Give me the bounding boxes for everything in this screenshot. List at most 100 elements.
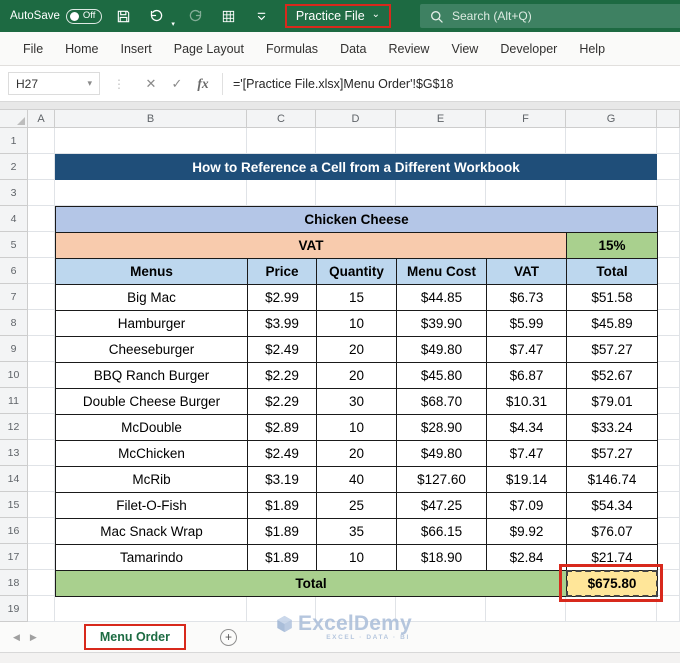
cell-total[interactable]: $51.58 — [567, 285, 658, 311]
undo-dropdown-icon[interactable]: ▾ — [171, 20, 175, 32]
menu-tab-formulas[interactable]: Formulas — [255, 34, 329, 64]
name-box[interactable]: H27 ▾ — [8, 72, 100, 95]
row-header-15[interactable]: 15 — [0, 492, 28, 518]
grid-cell[interactable] — [657, 154, 680, 180]
row-header-12[interactable]: 12 — [0, 414, 28, 440]
cell-price[interactable]: $1.89 — [248, 545, 317, 571]
cell-price[interactable]: $2.49 — [248, 337, 317, 363]
cell-menus[interactable]: Filet-O-Fish — [56, 493, 248, 519]
autosave-toggle[interactable]: Off — [65, 8, 103, 24]
cell-vat[interactable]: $10.31 — [487, 389, 567, 415]
search-box[interactable]: Search (Alt+Q) — [420, 4, 680, 28]
cell-vat[interactable]: $6.73 — [487, 285, 567, 311]
cell-total[interactable]: $76.07 — [567, 519, 658, 545]
cell-vat[interactable]: $5.99 — [487, 311, 567, 337]
grid-cell[interactable] — [657, 232, 680, 258]
table-header-vat[interactable]: VAT — [487, 259, 567, 285]
cell-menus[interactable]: Big Mac — [56, 285, 248, 311]
grid-cell[interactable] — [28, 362, 55, 388]
cell-price[interactable]: $2.49 — [248, 441, 317, 467]
grid-cell[interactable] — [657, 596, 680, 622]
cell-price[interactable]: $2.89 — [248, 415, 317, 441]
grid-cell[interactable] — [28, 596, 55, 622]
row-header-19[interactable]: 19 — [0, 596, 28, 622]
cell-menu-cost[interactable]: $49.80 — [397, 337, 487, 363]
cell-quantity[interactable]: 10 — [317, 415, 397, 441]
grid-cell[interactable] — [396, 128, 486, 154]
cell-menu-cost[interactable]: $68.70 — [397, 389, 487, 415]
cell-total[interactable]: $45.89 — [567, 311, 658, 337]
redo-button[interactable] — [184, 4, 208, 28]
cell-menu-cost[interactable]: $44.85 — [397, 285, 487, 311]
column-header-e[interactable]: E — [396, 110, 486, 128]
menu-tab-home[interactable]: Home — [54, 34, 109, 64]
grid-cell[interactable] — [316, 128, 396, 154]
cell-price[interactable]: $1.89 — [248, 493, 317, 519]
grid-cell[interactable] — [657, 570, 680, 596]
grid-cell[interactable] — [316, 180, 396, 206]
grid-cell[interactable] — [657, 206, 680, 232]
grid-cell[interactable] — [28, 258, 55, 284]
grid-cell[interactable] — [28, 336, 55, 362]
grid-cell[interactable] — [28, 206, 55, 232]
cell-vat[interactable]: $9.92 — [487, 519, 567, 545]
select-all-corner[interactable] — [0, 110, 28, 128]
cell-menu-cost[interactable]: $28.90 — [397, 415, 487, 441]
menu-tab-file[interactable]: File — [12, 34, 54, 64]
cell-vat[interactable]: $7.47 — [487, 337, 567, 363]
column-header-d[interactable]: D — [316, 110, 396, 128]
table-header-total[interactable]: Total — [567, 259, 658, 285]
row-header-11[interactable]: 11 — [0, 388, 28, 414]
grid-cell[interactable] — [28, 284, 55, 310]
grid-cell[interactable] — [55, 180, 247, 206]
cell-price[interactable]: $2.29 — [248, 363, 317, 389]
cell-menu-cost[interactable]: $18.90 — [397, 545, 487, 571]
autosave-control[interactable]: AutoSave Off — [10, 8, 103, 24]
name-box-dropdown-icon[interactable]: ▾ — [87, 78, 92, 89]
column-header-g[interactable]: G — [566, 110, 657, 128]
row-header-5[interactable]: 5 — [0, 232, 28, 258]
cell-menu-cost[interactable]: $45.80 — [397, 363, 487, 389]
total-label-cell[interactable]: Total — [56, 571, 567, 597]
sheet-tab-menu-order[interactable]: Menu Order — [83, 624, 186, 650]
cell-quantity[interactable]: 30 — [317, 389, 397, 415]
row-header-14[interactable]: 14 — [0, 466, 28, 492]
menu-tab-review[interactable]: Review — [377, 34, 440, 64]
grid-cell[interactable] — [396, 180, 486, 206]
workbook-title[interactable]: Practice File ⌄ — [284, 4, 392, 28]
grid-cell[interactable] — [55, 128, 247, 154]
cell-menus[interactable]: McDouble — [56, 415, 248, 441]
cell-vat[interactable]: $7.47 — [487, 441, 567, 467]
cell-quantity[interactable]: 20 — [317, 337, 397, 363]
vat-label-cell[interactable]: VAT — [56, 233, 567, 259]
menu-tab-data[interactable]: Data — [329, 34, 377, 64]
row-header-16[interactable]: 16 — [0, 518, 28, 544]
grid-cell[interactable] — [247, 596, 316, 622]
cell-vat[interactable]: $19.14 — [487, 467, 567, 493]
row-header-1[interactable]: 1 — [0, 128, 28, 154]
cell-vat[interactable]: $4.34 — [487, 415, 567, 441]
grid-cell[interactable] — [28, 570, 55, 596]
grid-cell[interactable] — [486, 180, 566, 206]
grid-cell[interactable] — [28, 154, 55, 180]
save-button[interactable] — [111, 4, 135, 28]
sheet-nav-left-icon[interactable]: ◀ — [8, 632, 25, 643]
cell-total[interactable]: $146.74 — [567, 467, 658, 493]
borders-grid-button[interactable] — [217, 4, 241, 28]
grid-cell[interactable] — [566, 128, 657, 154]
cell-menus[interactable]: McChicken — [56, 441, 248, 467]
cell-menu-cost[interactable]: $127.60 — [397, 467, 487, 493]
cell-menus[interactable]: Double Cheese Burger — [56, 389, 248, 415]
sheet-nav-right-icon[interactable]: ▶ — [25, 632, 42, 643]
column-header-c[interactable]: C — [247, 110, 316, 128]
formula-input[interactable]: ='[Practice File.xlsx]Menu Order'!$G$18 — [233, 77, 453, 91]
cell-quantity[interactable]: 15 — [317, 285, 397, 311]
grid-cell[interactable] — [28, 518, 55, 544]
cell-quantity[interactable]: 10 — [317, 311, 397, 337]
cell-menu-cost[interactable]: $49.80 — [397, 441, 487, 467]
grid-cell[interactable] — [566, 596, 657, 622]
cell-vat[interactable]: $2.84 — [487, 545, 567, 571]
cell-quantity[interactable]: 25 — [317, 493, 397, 519]
grid-cell[interactable] — [566, 180, 657, 206]
row-header-6[interactable]: 6 — [0, 258, 28, 284]
